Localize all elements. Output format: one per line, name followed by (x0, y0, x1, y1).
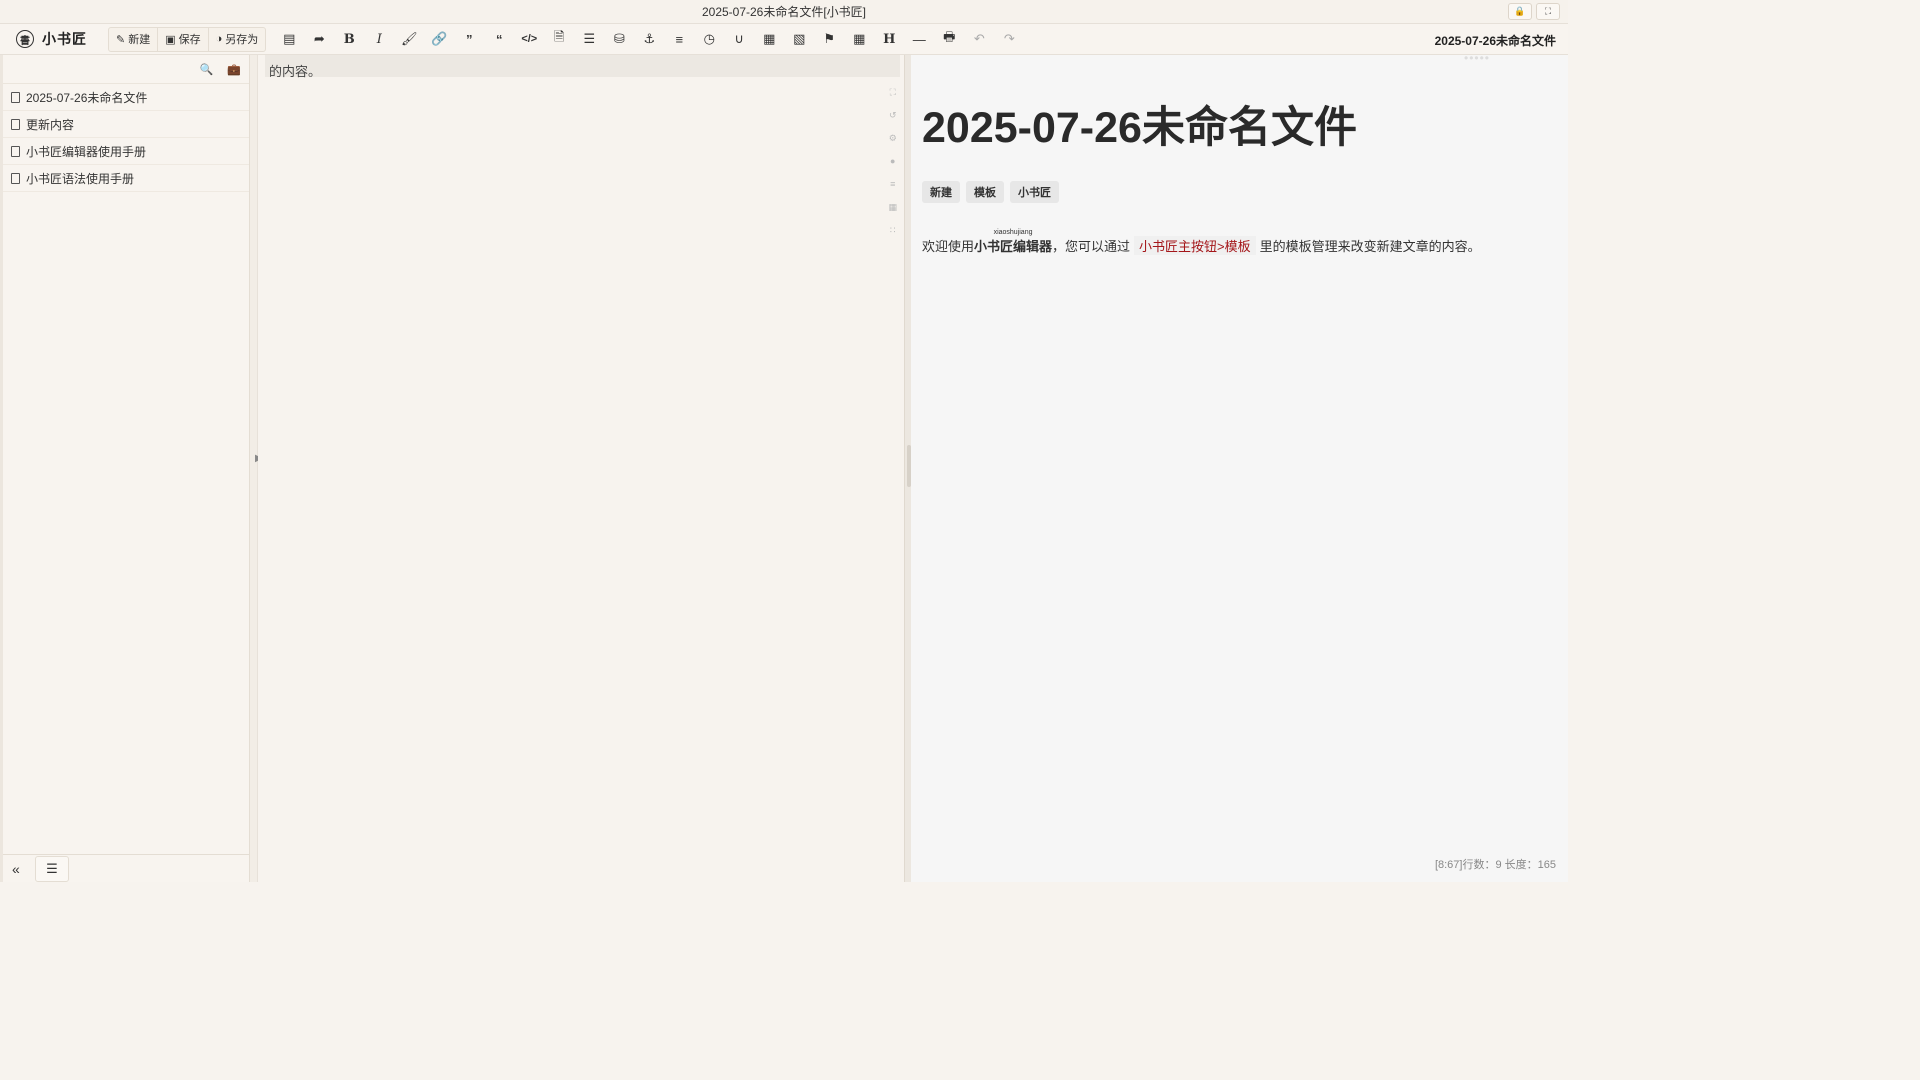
table-edit-icon[interactable]: ▦ (754, 27, 784, 52)
file-name: 更新内容 (26, 117, 75, 132)
sidebar-menu-icon[interactable]: ☰ (35, 855, 69, 882)
lock-icon[interactable]: 🔒 (1508, 3, 1532, 20)
file-icon (11, 91, 20, 103)
tag[interactable]: 小书匠 (1010, 181, 1059, 203)
drive-icon: ◑ (215, 33, 223, 45)
edit-icon: ✎ (116, 33, 126, 46)
file-code-icon[interactable]: 🗎 (544, 27, 574, 52)
ruby-annotation: xiaoshujiang 小书匠编辑器 (974, 229, 1052, 255)
print-doc-icon[interactable]: 🖶 (934, 27, 964, 52)
save-button-label: 保存 (178, 34, 201, 46)
redo-icon[interactable]: ↷ (994, 27, 1024, 52)
title-bar: 2025-07-26未命名文件[小书匠] 🔒 ⛶ (0, 0, 1568, 24)
inline-code: 小书匠主按钮>模板 (1134, 236, 1256, 255)
undo-icon[interactable]: ↶ (964, 27, 994, 52)
file-icon (11, 145, 20, 157)
sidebar-tools: 🔍 💼 (3, 55, 249, 84)
editor-line: 的内容。 (269, 64, 322, 79)
floppy-icon: ▣ (165, 33, 176, 46)
grid-dots-icon[interactable]: ∷ (888, 223, 897, 237)
para-middle: ，您可以通过 (1052, 239, 1131, 254)
format-icon-row: ▤ ➦ B I 🖌 🔗 ” “ </> 🗎 ☰ ⛁ ⚓ ≡ ◷ ∪ ▦ ▧ ⚑ … (274, 27, 1024, 52)
file-name: 2025-07-26未命名文件 (26, 90, 148, 105)
search-icon[interactable]: 🔍 (200, 63, 214, 76)
main-toolbar: 書 小书匠 ✎ 新建 ▣ 保存 ◑ 另存为 ▤ ➦ B I 🖌 🔗 ” “ </… (0, 24, 1568, 55)
shield-icon[interactable]: ⛁ (604, 27, 634, 52)
heading-icon[interactable]: H (874, 27, 904, 52)
quote-icon[interactable]: ” (454, 27, 484, 52)
new-button[interactable]: ✎ 新建 (109, 27, 159, 51)
collapse-sidebar-icon[interactable]: « (3, 861, 35, 877)
brush-icon[interactable]: 🖌 (394, 27, 424, 52)
redo-arrow-icon[interactable]: ➦ (304, 27, 334, 52)
menu-lines-icon[interactable]: ≡ (888, 177, 897, 191)
file-icon (11, 118, 20, 130)
tag[interactable]: 模板 (966, 181, 1004, 203)
droplet-icon[interactable]: ● (888, 154, 897, 168)
sidebar-splitter[interactable]: ▶ (250, 55, 263, 882)
current-doc-name: 2025-07-26未命名文件 (1434, 34, 1556, 48)
fullscreen-icon[interactable]: ⛶ (1536, 3, 1560, 20)
logo-text: 小书匠 (42, 32, 87, 48)
editor-side-tools: ⛶ ↺ ⚙ ● ≡ ▦ ∷ (888, 85, 897, 237)
preview-splitter[interactable] (904, 55, 911, 882)
file-list-item[interactable]: 更新内容 (3, 111, 249, 138)
clock-icon[interactable]: ◷ (694, 27, 724, 52)
align-icon[interactable]: ≡ (664, 27, 694, 52)
tag-list: 新建 模板 小书匠 (922, 181, 1059, 203)
save-as-button-label: 另存为 (225, 34, 259, 46)
ruby-text: xiaoshujiang (993, 229, 1033, 236)
card-icon[interactable]: ▤ (274, 27, 304, 52)
ruby-base: 小书匠编辑器 (974, 239, 1053, 254)
list-icon[interactable]: ☰ (574, 27, 604, 52)
table-icon[interactable]: ▦ (844, 27, 874, 52)
anchor-icon[interactable]: ⚓ (634, 27, 664, 52)
calendar-icon[interactable]: ▦ (888, 200, 897, 214)
para-prefix: 欢迎使用 (922, 239, 975, 254)
file-list-item[interactable]: 小书匠编辑器使用手册 (3, 138, 249, 165)
history-icon[interactable]: ↺ (888, 108, 897, 122)
briefcase-icon[interactable]: 💼 (227, 63, 241, 76)
blockquote-icon[interactable]: “ (484, 27, 514, 52)
tag[interactable]: 新建 (922, 181, 960, 203)
settings-icon[interactable]: ⚙ (888, 131, 897, 145)
bold-icon[interactable]: B (334, 27, 364, 52)
app-logo[interactable]: 書 小书匠 (0, 24, 108, 55)
file-icon (11, 172, 20, 184)
italic-icon[interactable]: I (364, 27, 394, 52)
active-line-highlight (265, 55, 900, 77)
magnet-icon[interactable]: ∪ (724, 27, 754, 52)
sidebar-footer: « ☰ (3, 854, 250, 882)
preview-pane: ••••• 2025-07-26未命名文件 新建 模板 小书匠 欢迎使用 xia… (911, 51, 1568, 882)
preview-paragraph: 欢迎使用 xiaoshujiang 小书匠编辑器 ，您可以通过 小书匠主按钮>模… (922, 229, 1481, 255)
file-name: 小书匠语法使用手册 (26, 171, 135, 186)
file-sidebar: 🔍 💼 2025-07-26未命名文件 更新内容 小书匠编辑器使用手册 小书匠语… (0, 55, 250, 882)
code-icon[interactable]: </> (514, 27, 544, 52)
preview-title: 2025-07-26未命名文件 (922, 104, 1357, 152)
hr-icon[interactable]: — (904, 27, 934, 52)
para-suffix: 里的模板管理来改变新建文章的内容。 (1259, 239, 1481, 254)
file-list-item[interactable]: 2025-07-26未命名文件 (3, 84, 249, 111)
drag-dots-icon: ••••• (1464, 51, 1491, 65)
logo-icon: 書 (16, 30, 34, 48)
expand-icon[interactable]: ⛶ (888, 85, 897, 99)
new-button-label: 新建 (128, 34, 151, 46)
markdown-editor[interactable]: 的内容。 ⛶ ↺ ⚙ ● ≡ ▦ ∷ (258, 55, 904, 882)
save-button[interactable]: ▣ 保存 (158, 27, 209, 51)
table-edit2-icon[interactable]: ▧ (784, 27, 814, 52)
file-list-item[interactable]: 小书匠语法使用手册 (3, 165, 249, 192)
save-as-button[interactable]: ◑ 另存为 (209, 28, 266, 51)
window-controls: 🔒 ⛶ (1508, 3, 1560, 20)
link-icon[interactable]: 🔗 (424, 27, 454, 52)
status-bar: [8:67]行数：9 长度：165 (1434, 859, 1556, 871)
window-title: 2025-07-26未命名文件[小书匠] (701, 5, 867, 19)
file-button-group: ✎ 新建 ▣ 保存 ◑ 另存为 (108, 26, 267, 52)
file-name: 小书匠编辑器使用手册 (26, 144, 147, 159)
flag-icon[interactable]: ⚑ (814, 27, 844, 52)
